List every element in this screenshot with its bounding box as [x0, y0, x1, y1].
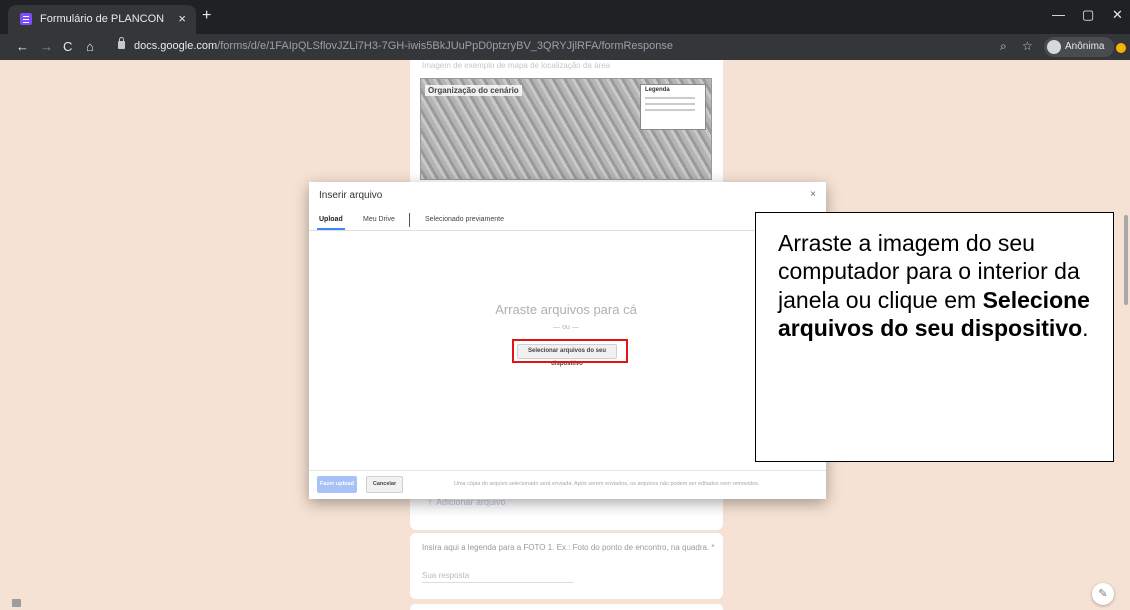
dialog-title: Inserir arquivo	[319, 190, 383, 201]
tab-formulario[interactable]: Formulário de PLANCON ×	[8, 5, 196, 34]
insert-file-dialog: Inserir arquivo × Upload Meu Drive Selec…	[309, 182, 826, 499]
tab-selecionado-previamente[interactable]: Selecionado previamente	[425, 216, 504, 223]
close-window-button[interactable]: ✕	[1112, 7, 1123, 23]
callout-end: .	[1082, 314, 1089, 341]
back-icon[interactable]: ←	[16, 39, 29, 54]
address-bar: ← → C ⌂ docs.google.com/forms/d/e/1FAIpQ…	[0, 34, 1130, 60]
instruction-callout: Arraste a imagem do seu computador para …	[755, 212, 1114, 462]
edit-pencil-icon[interactable]: ✎	[1092, 583, 1114, 605]
incognito-icon	[1047, 40, 1061, 54]
tabs-divider	[309, 230, 826, 231]
lock-icon[interactable]	[118, 37, 125, 49]
feedback-icon[interactable]	[12, 599, 21, 607]
caption-question: Insira aqui a legenda para a FOTO 1. Ex.…	[422, 543, 715, 552]
tab-separator	[409, 213, 410, 227]
url-path: /forms/d/e/1FAIpQLSflovJZLi7H3-7GH-iwis5…	[217, 40, 674, 52]
footer-divider	[309, 470, 826, 471]
incognito-profile-button[interactable]: Anônima	[1044, 37, 1114, 57]
minimize-button[interactable]: —	[1052, 7, 1065, 22]
forward-icon[interactable]: →	[40, 39, 53, 54]
close-icon[interactable]: ×	[810, 189, 816, 200]
tab-meu-drive[interactable]: Meu Drive	[363, 216, 395, 223]
url-host: docs.google.com	[134, 40, 218, 52]
footer-note: Uma cópia do arquivo selecionado será en…	[454, 481, 760, 487]
tab-upload[interactable]: Upload	[319, 216, 343, 223]
browser-tab-bar: Formulário de PLANCON × + — ▢ ✕	[0, 0, 1130, 34]
map-title: Organização do cenário	[425, 85, 522, 96]
legend-item	[645, 103, 695, 105]
new-tab-button[interactable]: +	[202, 7, 211, 25]
or-separator: — ou —	[553, 324, 579, 331]
extension-icon[interactable]	[1116, 43, 1126, 53]
map-legend: Legenda	[640, 84, 706, 130]
legend-item	[645, 97, 695, 99]
url-input[interactable]: docs.google.com/forms/d/e/1FAIpQLSflovJZ…	[108, 37, 938, 57]
scrollbar-thumb[interactable]	[1124, 215, 1128, 305]
maximize-button[interactable]: ▢	[1082, 7, 1094, 23]
drop-zone-text: Arraste arquivos para cá	[495, 302, 637, 317]
home-icon[interactable]: ⌂	[86, 39, 94, 54]
legend-item	[645, 109, 695, 111]
tab-title: Formulário de PLANCON	[40, 13, 165, 25]
map-legend-title: Legenda	[645, 87, 670, 93]
caption-answer-input[interactable]: Sua resposta	[422, 571, 574, 583]
caption-question-card: Insira aqui a legenda para a FOTO 1. Ex.…	[410, 533, 723, 599]
reload-icon[interactable]: C	[63, 39, 72, 54]
next-question-card	[410, 604, 723, 610]
cancel-button[interactable]: Cancelar	[366, 476, 403, 493]
upload-button[interactable]: Fazer upload	[317, 476, 357, 493]
example-map-image: Organização do cenário Legenda	[420, 78, 712, 180]
tab-close-icon[interactable]: ×	[178, 11, 186, 26]
highlight-box	[512, 339, 628, 363]
profile-label: Anônima	[1065, 41, 1105, 52]
google-forms-icon	[20, 13, 32, 25]
zoom-icon[interactable]: ⌕	[1000, 39, 1007, 54]
bookmark-star-icon[interactable]: ☆	[1022, 39, 1033, 53]
image-hint: Imagem de exemplo de mapa de localização…	[422, 61, 611, 70]
url-text: docs.google.com/forms/d/e/1FAIpQLSflovJZ…	[134, 40, 673, 52]
